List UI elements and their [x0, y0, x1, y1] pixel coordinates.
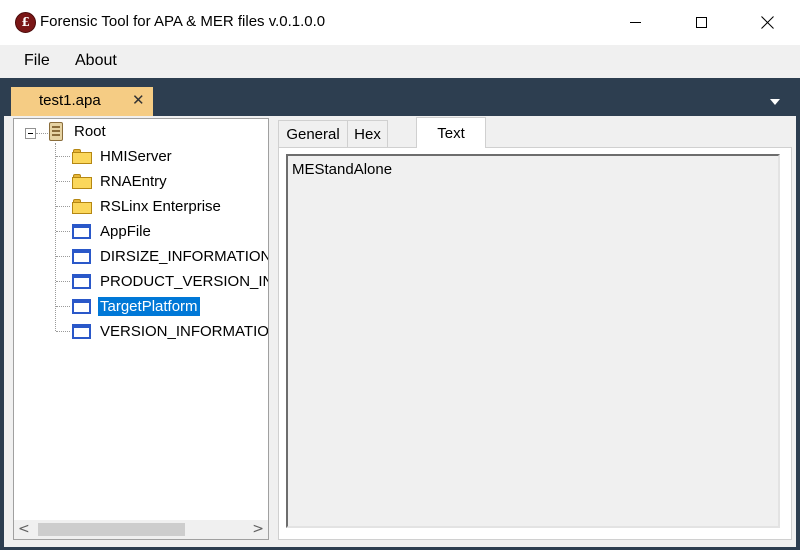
- maximize-button[interactable]: [668, 0, 734, 45]
- tree-item-label: Root: [74, 122, 106, 140]
- tree-item-targetplatform[interactable]: TargetPlatform: [98, 295, 200, 317]
- file-icon: [72, 324, 91, 339]
- tree-connector: [56, 231, 70, 232]
- close-icon: [761, 16, 774, 29]
- tree-connector: [56, 256, 70, 257]
- folder-icon: [72, 149, 92, 164]
- tree-item-label: HMIServer: [100, 147, 172, 165]
- window-title: Forensic Tool for APA & MER files v.0.1.…: [40, 13, 326, 30]
- app-seal-icon: £: [15, 12, 36, 33]
- document-tab-label: test1.apa: [39, 92, 101, 109]
- tree-connector: [56, 181, 70, 182]
- tree-item-rnaentry[interactable]: RNAEntry: [98, 170, 169, 192]
- tab-content-panel: MEStandAlone: [278, 147, 792, 540]
- detail-tab-strip: General Hex Text: [278, 117, 792, 148]
- file-icon: [72, 249, 91, 264]
- tree-item-label: PRODUCT_VERSION_INFO: [100, 272, 268, 290]
- document-tab[interactable]: test1.apa ✕: [11, 87, 153, 116]
- tree-item-hmiserver[interactable]: HMIServer: [98, 145, 174, 167]
- tree-connector: [36, 133, 48, 134]
- tree-item-label: AppFile: [100, 222, 151, 240]
- tree-item-dirsize-information[interactable]: DIRSIZE_INFORMATION: [98, 245, 269, 267]
- tree-item-label-selected: TargetPlatform: [98, 296, 200, 316]
- tab-text[interactable]: Text: [416, 117, 486, 148]
- document-tab-close-icon[interactable]: ✕: [132, 91, 145, 109]
- folder-icon: [72, 174, 92, 189]
- file-icon: [72, 224, 91, 239]
- tree-item-root[interactable]: Root: [72, 120, 108, 142]
- title-bar: £ Forensic Tool for APA & MER files v.0.…: [0, 0, 800, 45]
- tree-connector: [56, 306, 70, 307]
- horizontal-scrollbar[interactable]: < >: [14, 520, 268, 539]
- tree-connector: [56, 206, 70, 207]
- tab-general[interactable]: General: [278, 120, 348, 147]
- text-view[interactable]: MEStandAlone: [286, 154, 780, 528]
- scroll-left-icon[interactable]: <: [18, 521, 30, 537]
- file-icon: [72, 274, 91, 289]
- folder-icon: [72, 199, 92, 214]
- tree-item-label: RNAEntry: [100, 172, 167, 190]
- minimize-button[interactable]: [602, 0, 668, 45]
- menu-bar: File About: [0, 45, 800, 78]
- tab-list-dropdown-icon[interactable]: [770, 99, 780, 105]
- menu-file[interactable]: File: [24, 52, 50, 70]
- maximize-icon: [695, 17, 707, 28]
- tree-view[interactable]: Root HMIServer RNAEntry RSLinx Enterpris…: [13, 118, 269, 540]
- tree-connector: [55, 143, 56, 331]
- tree-item-version-information[interactable]: VERSION_INFORMATION: [98, 320, 269, 342]
- tree-connector: [56, 331, 70, 332]
- tree-connector: [56, 156, 70, 157]
- file-icon: [72, 299, 91, 314]
- text-view-content: MEStandAlone: [292, 161, 393, 178]
- minimize-icon: [629, 22, 641, 23]
- tree-item-label: DIRSIZE_INFORMATION: [100, 247, 269, 265]
- scroll-right-icon[interactable]: >: [252, 521, 264, 537]
- tree-item-appfile[interactable]: AppFile: [98, 220, 153, 242]
- tree-connector: [56, 281, 70, 282]
- tree-item-label: RSLinx Enterprise: [100, 197, 221, 215]
- tab-hex[interactable]: Hex: [348, 120, 388, 147]
- tree-item-label: VERSION_INFORMATION: [100, 322, 269, 340]
- close-button[interactable]: [734, 0, 800, 45]
- scrollbar-thumb[interactable]: [38, 523, 185, 536]
- menu-about[interactable]: About: [75, 52, 117, 70]
- root-node-icon: [49, 122, 63, 141]
- collapse-toggle-icon[interactable]: [25, 128, 36, 139]
- tree-item-rslinx-enterprise[interactable]: RSLinx Enterprise: [98, 195, 223, 217]
- tree-item-product-version-info[interactable]: PRODUCT_VERSION_INFO: [98, 270, 268, 292]
